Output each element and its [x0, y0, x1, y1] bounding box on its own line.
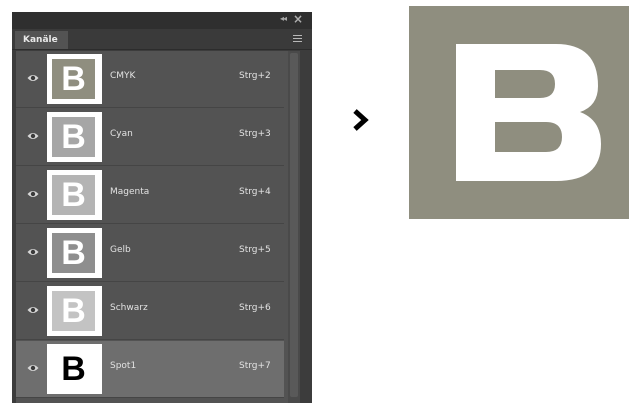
- channel-thumbnail: B: [47, 54, 102, 104]
- thumbnail-image: B: [52, 349, 95, 389]
- channel-name: CMYK: [110, 71, 136, 81]
- thumbnail-letter: B: [61, 118, 86, 156]
- channel-thumbnail: B: [47, 228, 102, 278]
- thumbnail-letter: B: [61, 176, 86, 214]
- channel-list: B CMYK Strg+2 B Cyan Strg+3 B Magenta Strg+4 B Gel…: [16, 51, 300, 403]
- channel-thumbnail: B: [47, 112, 102, 162]
- thumbnail-image: B: [52, 233, 95, 273]
- thumbnail-image: B: [52, 117, 95, 157]
- channel-thumbnail: B: [47, 170, 102, 220]
- letter-b-graphic: [456, 44, 601, 181]
- collapse-icon[interactable]: ◂◂: [280, 14, 287, 23]
- thumbnail-image: B: [52, 291, 95, 331]
- channel-shortcut: Strg+7: [239, 361, 271, 371]
- channel-name: Gelb: [110, 245, 131, 255]
- channel-row-spot1[interactable]: B Spot1 Strg+7: [16, 341, 284, 398]
- thumbnail-image: B: [52, 59, 95, 99]
- eye-icon[interactable]: [27, 305, 39, 315]
- tab-channels[interactable]: Kanäle: [15, 31, 68, 49]
- channel-shortcut: Strg+5: [239, 245, 271, 255]
- channel-name: Schwarz: [110, 303, 148, 313]
- thumbnail-image: B: [52, 175, 95, 215]
- channel-shortcut: Strg+6: [239, 303, 271, 313]
- panel-title-bar: ◂◂ ×: [12, 12, 312, 29]
- eye-icon[interactable]: [27, 247, 39, 257]
- channel-row-cmyk[interactable]: B CMYK Strg+2: [16, 51, 284, 108]
- panel-tab-bar: Kanäle: [12, 29, 312, 50]
- scrollbar[interactable]: [288, 51, 300, 403]
- channel-name: Cyan: [110, 129, 133, 139]
- scrollbar-thumb[interactable]: [290, 53, 298, 397]
- preview-image: [409, 6, 629, 219]
- channel-shortcut: Strg+2: [239, 71, 271, 81]
- thumbnail-letter: B: [61, 350, 86, 388]
- thumbnail-letter: B: [61, 60, 86, 98]
- close-icon[interactable]: ×: [293, 12, 303, 26]
- chevron-right-icon: [353, 109, 369, 131]
- thumbnail-letter: B: [61, 292, 86, 330]
- channel-name: Spot1: [110, 361, 137, 371]
- thumbnail-letter: B: [61, 234, 86, 272]
- channel-shortcut: Strg+3: [239, 129, 271, 139]
- channel-name: Magenta: [110, 187, 150, 197]
- channel-thumbnail: B: [47, 286, 102, 336]
- eye-icon[interactable]: [27, 363, 39, 373]
- channel-row-schwarz[interactable]: B Schwarz Strg+6: [16, 283, 284, 340]
- channel-row-magenta[interactable]: B Magenta Strg+4: [16, 167, 284, 224]
- channel-thumbnail: B: [47, 344, 102, 394]
- channel-row-gelb[interactable]: B Gelb Strg+5: [16, 225, 284, 282]
- eye-icon[interactable]: [27, 73, 39, 83]
- eye-icon[interactable]: [27, 131, 39, 141]
- channels-panel: ◂◂ × Kanäle B CMYK Strg+2 B Cyan Strg+3 B Magen…: [12, 12, 312, 403]
- panel-menu-icon[interactable]: [293, 35, 302, 42]
- channel-row-cyan[interactable]: B Cyan Strg+3: [16, 109, 284, 166]
- channel-shortcut: Strg+4: [239, 187, 271, 197]
- eye-icon[interactable]: [27, 189, 39, 199]
